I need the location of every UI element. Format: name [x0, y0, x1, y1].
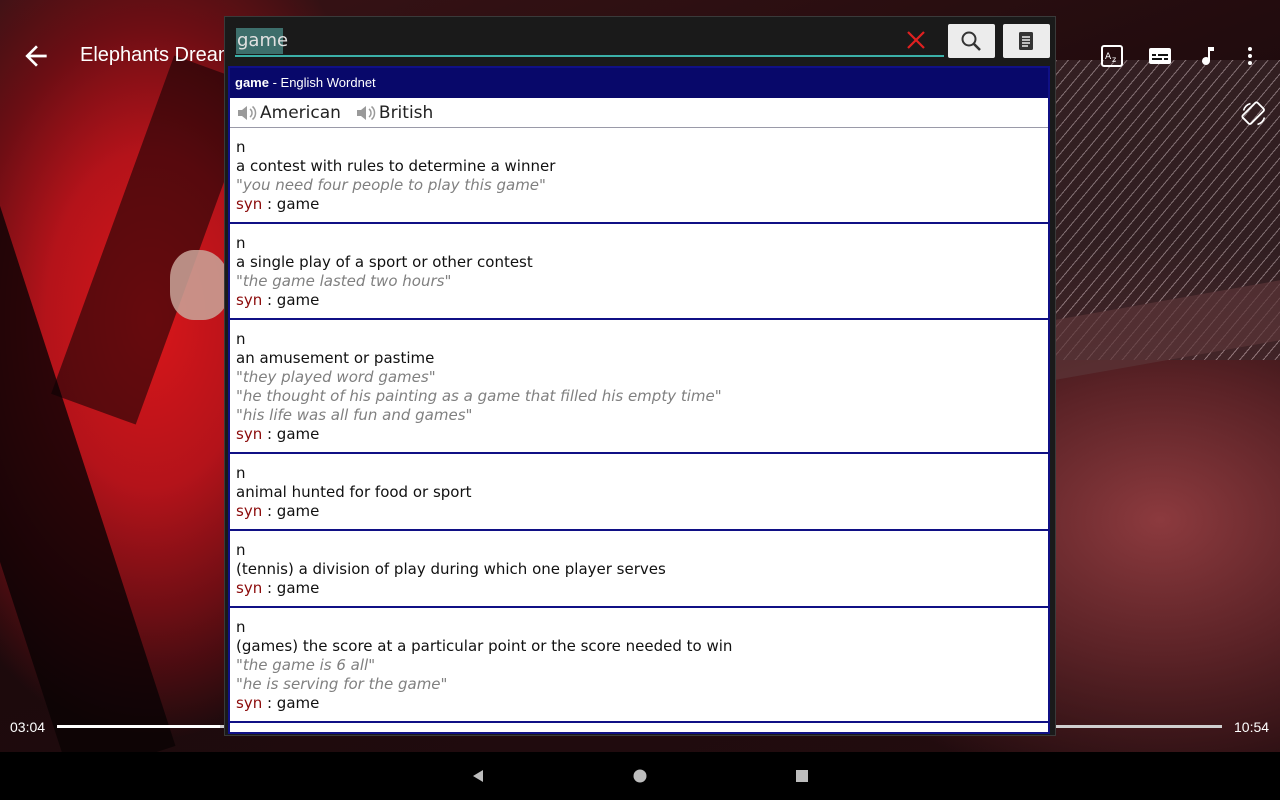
synonym-label: syn: [236, 502, 263, 520]
close-icon: [907, 31, 925, 49]
dictionary-button[interactable]: A z: [1100, 44, 1124, 68]
square-recents-icon: [796, 770, 808, 782]
screen-rotation-icon: [1241, 101, 1266, 126]
back-button[interactable]: [20, 40, 52, 72]
search-button[interactable]: [948, 24, 995, 58]
more-vert-icon: [1248, 47, 1252, 65]
synonym-value[interactable]: : game: [262, 579, 319, 597]
synonym-line: syn : game: [236, 291, 1042, 310]
search-icon: [961, 31, 981, 51]
example-sentence: "you need four people to play this game": [236, 176, 546, 194]
synonym-line: syn : game: [236, 425, 1042, 444]
definition-entry: n (tennis) a division of play during whic…: [230, 531, 1048, 608]
audio-track-button[interactable]: [1196, 44, 1220, 68]
results-header: game - English Wordnet: [230, 68, 1048, 98]
pronunciation-row: American British: [230, 98, 1048, 128]
results-scrollbar[interactable]: [1048, 68, 1050, 368]
speaker-icon: [356, 105, 376, 120]
part-of-speech: n: [236, 464, 246, 482]
synonym-label: syn: [236, 291, 263, 309]
definition-list: na contest with rules to determine a win…: [230, 128, 1048, 723]
definition-entry: na single play of a sport or other conte…: [230, 224, 1048, 320]
music-note-icon: [1202, 47, 1214, 65]
seek-progress: [57, 725, 221, 728]
example-sentence: "they played word games": [236, 368, 436, 386]
synonym-label: syn: [236, 425, 263, 443]
dictionary-list-button[interactable]: [1003, 24, 1050, 58]
definition-text: (tennis) a division of play during which…: [236, 560, 666, 578]
more-options-button[interactable]: [1238, 44, 1262, 68]
speaker-icon: [238, 105, 257, 120]
elapsed-time: 03:04: [10, 719, 46, 735]
definition-entry: n animal hunted for food or sport syn : ga…: [230, 454, 1048, 531]
definition-text: a single play of a sport or other contes…: [236, 253, 533, 271]
part-of-speech: n: [236, 330, 246, 348]
definition-entry: na contest with rules to determine a win…: [230, 128, 1048, 224]
document-icon: [1019, 32, 1033, 50]
rotate-screen-button[interactable]: [1240, 100, 1268, 128]
dictionary-results[interactable]: game - English Wordnet American British …: [228, 66, 1050, 734]
example-sentence: "the game is 6 all": [236, 656, 376, 674]
synonym-label: syn: [236, 579, 263, 597]
synonym-value[interactable]: : game: [262, 425, 319, 443]
header-source: - English Wordnet: [268, 75, 376, 90]
pronunciation-label: British: [378, 102, 434, 123]
dictionary-search-row: [225, 17, 1055, 65]
synonym-line: syn : game: [236, 579, 1042, 598]
synonym-line: syn : game: [236, 694, 1042, 713]
part-of-speech: n: [236, 138, 246, 156]
example-sentence: "he is serving for the game": [236, 675, 448, 693]
example-sentence: "his life was all fun and games": [236, 406, 473, 424]
circle-home-icon: [633, 769, 647, 783]
dictionary-icon: A z: [1101, 45, 1123, 67]
example-sentence: "the game lasted two hours": [236, 272, 452, 290]
part-of-speech: n: [236, 234, 246, 252]
definition-text: an amusement or pastime: [236, 349, 435, 367]
subtitles-button[interactable]: [1148, 44, 1172, 68]
synonym-line: syn : game: [236, 195, 1042, 214]
dictionary-search-input[interactable]: [235, 25, 944, 57]
arrow-back-icon: [25, 45, 47, 67]
definition-text: (games) the score at a particular point …: [236, 637, 733, 655]
synonym-label: syn: [236, 195, 263, 213]
subtitles-icon: [1149, 48, 1171, 64]
synonym-line: syn : game: [236, 502, 1042, 521]
example-sentence: "he thought of his painting as a game th…: [236, 387, 722, 405]
nav-recents-button[interactable]: [794, 768, 810, 784]
header-word: game: [235, 75, 269, 90]
total-duration: 10:54: [1234, 719, 1270, 735]
definition-entry: n an amusement or pastime "they played wor…: [230, 320, 1048, 454]
definition-entry: n (games) the score at a particular point…: [230, 608, 1048, 723]
pronounce-american-button[interactable]: American: [236, 103, 341, 123]
synonym-value[interactable]: : game: [262, 502, 319, 520]
clear-search-button[interactable]: [905, 29, 927, 51]
nav-back-button[interactable]: [470, 768, 486, 784]
definition-text: animal hunted for food or sport: [236, 483, 472, 501]
synonym-value[interactable]: : game: [262, 291, 319, 309]
triangle-back-icon: [473, 770, 483, 782]
dictionary-popup: game - English Wordnet American British …: [224, 16, 1056, 736]
part-of-speech: n: [236, 541, 246, 559]
synonym-value[interactable]: : game: [262, 195, 319, 213]
part-of-speech: n: [236, 618, 246, 636]
video-scene-figure: [170, 250, 230, 320]
pronounce-british-button[interactable]: British: [355, 103, 433, 123]
nav-home-button[interactable]: [632, 768, 648, 784]
synonym-label: syn: [236, 694, 263, 712]
svg-text:z: z: [1112, 55, 1116, 64]
definition-text: a contest with rules to determine a winn…: [236, 157, 556, 175]
system-navigation-bar: [0, 752, 1280, 800]
svg-text:A: A: [1105, 52, 1112, 62]
synonym-value[interactable]: : game: [262, 694, 319, 712]
pronunciation-label: American: [260, 102, 341, 123]
